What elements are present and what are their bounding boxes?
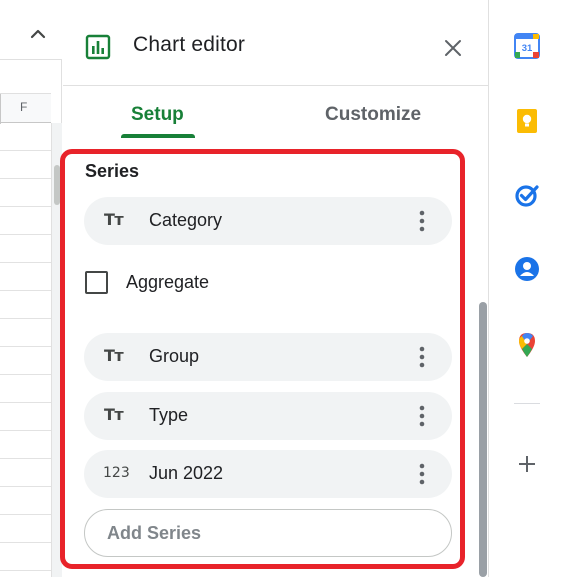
more-vert-icon xyxy=(419,463,425,485)
calendar-day: 31 xyxy=(522,43,533,54)
grid-row[interactable] xyxy=(0,207,51,235)
grid-row[interactable] xyxy=(0,291,51,319)
contacts-icon[interactable] xyxy=(514,256,540,282)
column-label: F xyxy=(20,100,28,114)
grid-row[interactable] xyxy=(0,403,51,431)
calendar-icon[interactable]: 31 xyxy=(514,33,540,59)
series-section-title: Series xyxy=(85,161,140,181)
grid-row[interactable] xyxy=(0,431,51,459)
more-vert-icon xyxy=(419,346,425,368)
sheet-scrollbar[interactable] xyxy=(51,123,62,577)
more-options-button[interactable] xyxy=(410,343,434,371)
series-chip-label: Group xyxy=(149,346,200,366)
sheet-scrollbar-thumb[interactable] xyxy=(54,165,60,205)
more-vert-icon xyxy=(419,210,425,232)
active-tab-indicator xyxy=(121,134,195,138)
more-options-button[interactable] xyxy=(410,207,434,235)
close-button[interactable] xyxy=(439,34,467,62)
aggregate-checkbox[interactable] xyxy=(85,271,108,294)
series-chip-label: Jun 2022 xyxy=(149,463,224,483)
editor-tabs: Setup Customize xyxy=(63,86,489,142)
series-chip-type[interactable]: Tт Type xyxy=(84,392,452,440)
chart-editor-panel: Chart editor Setup Customize Series Tт C… xyxy=(60,0,489,577)
aggregate-row[interactable]: Aggregate xyxy=(84,262,284,302)
series-chip-group[interactable]: Tт Group xyxy=(84,333,452,381)
text-type-icon: Tт xyxy=(104,210,124,229)
grid-row[interactable] xyxy=(0,347,51,375)
maps-icon[interactable] xyxy=(514,332,540,358)
grid-row[interactable] xyxy=(0,487,51,515)
grid-row[interactable] xyxy=(0,151,51,179)
more-options-button[interactable] xyxy=(410,402,434,430)
grid-row[interactable] xyxy=(0,235,51,263)
more-options-button[interactable] xyxy=(410,460,434,488)
series-chip-jun-2022[interactable]: 123 Jun 2022 xyxy=(84,450,452,498)
panel-header: Chart editor xyxy=(63,0,489,86)
grid-row[interactable] xyxy=(0,543,51,571)
add-series-button[interactable]: Add Series xyxy=(84,509,452,557)
grid-row[interactable] xyxy=(0,515,51,543)
tab-customize[interactable]: Customize xyxy=(325,104,421,126)
aggregate-label[interactable]: Aggregate xyxy=(126,272,209,293)
close-icon xyxy=(445,40,461,56)
grid-row[interactable] xyxy=(0,375,51,403)
sheet-toolbar xyxy=(0,0,62,60)
number-type-icon: 123 xyxy=(103,465,130,481)
tab-setup[interactable]: Setup xyxy=(131,104,184,126)
rail-divider xyxy=(514,403,540,404)
more-vert-icon xyxy=(419,405,425,427)
grid-row[interactable] xyxy=(0,179,51,207)
add-series-label: Add Series xyxy=(107,523,202,543)
grid-row[interactable] xyxy=(0,123,51,151)
side-rail: 31 xyxy=(490,0,564,577)
text-type-icon: Tт xyxy=(104,405,124,424)
series-chip-label: Category xyxy=(149,210,223,230)
grid-row[interactable] xyxy=(0,319,51,347)
grid-rows[interactable] xyxy=(0,123,51,577)
grid-row[interactable] xyxy=(0,263,51,291)
series-chip-label: Type xyxy=(149,405,189,425)
keep-icon[interactable] xyxy=(514,108,540,134)
add-addon-button[interactable] xyxy=(514,451,540,477)
grid-row[interactable] xyxy=(0,459,51,487)
chart-icon xyxy=(85,34,111,60)
text-type-icon: Tт xyxy=(104,346,124,365)
tasks-icon[interactable] xyxy=(514,182,540,208)
collapse-menu-button[interactable] xyxy=(26,22,50,46)
column-divider xyxy=(0,94,1,124)
spreadsheet-area: F xyxy=(0,0,62,577)
series-chip-category[interactable]: Tт Category xyxy=(84,197,452,245)
column-header-f[interactable]: F xyxy=(0,93,51,124)
panel-scrollbar[interactable] xyxy=(476,142,489,577)
panel-scrollbar-thumb[interactable] xyxy=(479,302,487,577)
chevron-up-icon xyxy=(30,29,46,39)
add-icon xyxy=(519,456,535,472)
panel-title: Chart editor xyxy=(133,33,246,56)
